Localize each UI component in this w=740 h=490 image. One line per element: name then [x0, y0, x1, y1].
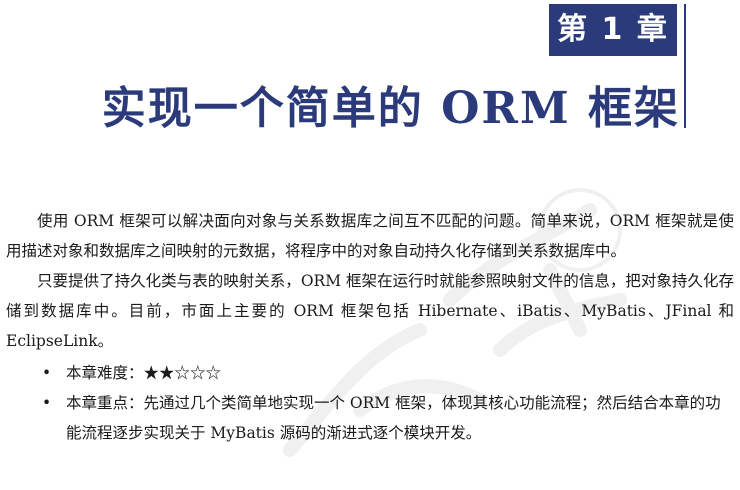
- chapter-intro: 使用 ORM 框架可以解决面向对象与关系数据库之间互不匹配的问题。简单来说，OR…: [6, 206, 734, 448]
- intro-paragraph-2: 只要提供了持久化类与表的映射关系，ORM 框架在运行时就能参照映射文件的信息，把…: [6, 272, 734, 350]
- bullet-icon: •: [42, 364, 52, 382]
- focus-text: 本章重点：先通过几个类简单地实现一个 ORM 框架，体现其核心功能流程；然后结合…: [66, 394, 721, 442]
- list-item-difficulty: • 本章难度：★★☆☆☆: [6, 358, 734, 388]
- chapter-highlights-list: • 本章难度：★★☆☆☆ • 本章重点：先通过几个类简单地实现一个 ORM 框架…: [6, 358, 734, 448]
- bullet-icon: •: [42, 394, 52, 412]
- list-item-focus: • 本章重点：先通过几个类简单地实现一个 ORM 框架，体现其核心功能流程；然后…: [6, 388, 734, 448]
- chapter-divider-line: [684, 4, 686, 128]
- difficulty-text: 本章难度：★★☆☆☆: [66, 364, 222, 382]
- chapter-number-label: 第 1 章: [549, 4, 677, 56]
- intro-paragraph-1: 使用 ORM 框架可以解决面向对象与关系数据库之间互不匹配的问题。简单来说，OR…: [6, 212, 734, 260]
- chapter-title: 实现一个简单的 ORM 框架: [101, 83, 680, 134]
